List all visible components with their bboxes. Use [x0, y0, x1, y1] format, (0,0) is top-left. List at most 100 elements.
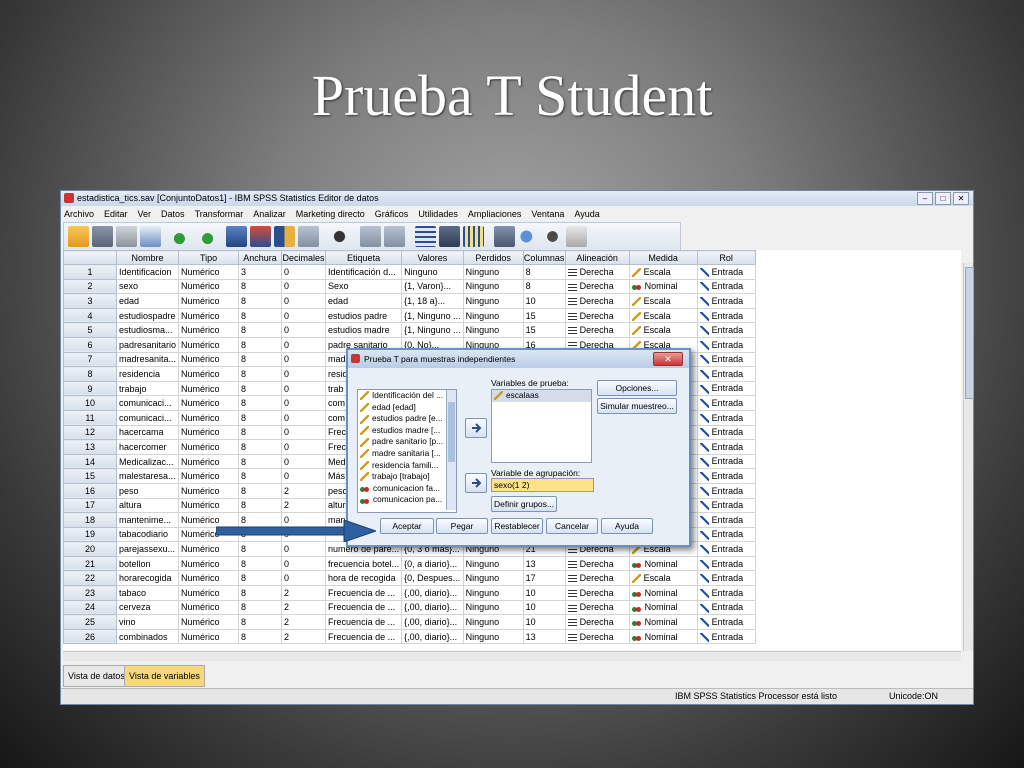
cell-decimales[interactable]: 2 — [281, 599, 327, 616]
row-number[interactable]: 23 — [63, 585, 117, 601]
cell-nombre[interactable]: residencia — [115, 366, 180, 382]
cell-anchura[interactable]: 8 — [238, 380, 283, 397]
cell-rol[interactable]: Entrada — [696, 264, 756, 280]
source-list-scrollbar[interactable] — [446, 390, 456, 510]
cell-nombre[interactable]: edad — [115, 293, 180, 309]
cell-nombre[interactable]: hacercomer — [115, 439, 180, 455]
cell-valores[interactable]: {,00, diario}... — [401, 628, 464, 645]
cell-nombre[interactable]: cerveza — [115, 599, 180, 616]
cell-tipo[interactable]: Numérico — [178, 293, 240, 309]
cell-columnas[interactable]: 15 — [522, 307, 566, 324]
cell-nombre[interactable]: mantenime... — [115, 512, 180, 528]
cell-tipo[interactable]: Numérico — [178, 395, 240, 411]
cell-anchura[interactable]: 8 — [238, 336, 283, 353]
cell-rol[interactable]: Entrada — [696, 336, 756, 353]
cell-anchura[interactable]: 8 — [238, 628, 283, 645]
cell-decimales[interactable]: 2 — [281, 585, 327, 601]
goto-variable-icon[interactable] — [250, 226, 271, 247]
menu-item[interactable]: Transformar — [192, 207, 251, 221]
cell-decimales[interactable]: 0 — [281, 293, 327, 309]
cell-etiqueta[interactable]: Sexo — [325, 278, 403, 295]
cell-rol[interactable]: Entrada — [696, 512, 756, 528]
row-number[interactable]: 25 — [63, 614, 117, 630]
cell-nombre[interactable]: estudiospadre — [115, 307, 180, 324]
cell-etiqueta[interactable]: Frecuencia de ... — [325, 599, 403, 616]
cell-anchura[interactable]: 8 — [238, 409, 283, 426]
cell-rol[interactable]: Entrada — [696, 599, 756, 616]
bootstrap-button[interactable]: Simular muestreo... — [597, 398, 677, 414]
horizontal-scrollbar[interactable] — [63, 651, 961, 661]
save-icon[interactable] — [92, 226, 113, 247]
row-number[interactable]: 9 — [63, 380, 117, 397]
goto-case-icon[interactable] — [226, 226, 247, 247]
cell-medida[interactable]: Nominal — [628, 555, 698, 572]
move-to-grouping-button[interactable] — [465, 473, 487, 493]
minimize-icon[interactable]: – — [917, 192, 933, 205]
column-header[interactable]: Tipo — [178, 250, 240, 265]
redo-icon[interactable] — [195, 226, 216, 247]
cell-medida[interactable]: Escala — [628, 322, 698, 338]
cell-perdidos[interactable]: Ninguno — [462, 614, 524, 630]
cell-decimales[interactable]: 0 — [281, 395, 327, 411]
cell-valores[interactable]: {0, a diario}... — [401, 555, 464, 572]
cell-nombre[interactable]: Identificacion — [115, 264, 180, 280]
split-file-icon[interactable] — [298, 226, 319, 247]
cell-etiqueta[interactable]: frecuencia botel... — [325, 555, 403, 572]
cell-nombre[interactable]: malestaresa... — [115, 468, 180, 484]
dialog-close-icon[interactable]: ✕ — [653, 352, 683, 366]
cell-etiqueta[interactable]: Frecuencia de ... — [325, 585, 403, 601]
cell-tipo[interactable]: Numérico — [178, 614, 240, 630]
cell-tipo[interactable]: Numérico — [178, 322, 240, 338]
close-icon[interactable]: ✕ — [953, 192, 969, 205]
cell-decimales[interactable]: 0 — [281, 264, 327, 280]
cell-columnas[interactable]: 8 — [522, 264, 566, 280]
cell-decimales[interactable]: 0 — [281, 366, 327, 382]
menu-item[interactable]: Editar — [101, 207, 135, 221]
cell-perdidos[interactable]: Ninguno — [462, 293, 524, 309]
cell-nombre[interactable]: comunicaci... — [115, 395, 180, 411]
split-file-table-icon[interactable] — [415, 226, 436, 247]
cell-tipo[interactable]: Numérico — [178, 599, 240, 616]
row-number[interactable]: 21 — [63, 555, 117, 572]
cell-rol[interactable]: Entrada — [696, 468, 756, 484]
source-variable-item[interactable]: trabajo [trabajo] — [358, 471, 456, 483]
cell-tipo[interactable]: Numérico — [178, 497, 240, 514]
tab-data-view[interactable]: Vista de datos — [63, 665, 130, 687]
menu-item[interactable]: Ventana — [528, 207, 571, 221]
source-variable-item[interactable]: estudios madre [... — [358, 425, 456, 437]
cell-tipo[interactable]: Numérico — [178, 351, 240, 368]
cell-rol[interactable]: Entrada — [696, 585, 756, 601]
source-variable-item[interactable]: padre sanitario [p... — [358, 436, 456, 448]
cell-anchura[interactable]: 8 — [238, 307, 283, 324]
cell-columnas[interactable]: 13 — [522, 555, 566, 572]
cell-rol[interactable]: Entrada — [696, 614, 756, 630]
open-folder-icon[interactable] — [68, 226, 89, 247]
column-header[interactable]: Rol — [696, 250, 756, 265]
cell-medida[interactable]: Nominal — [628, 628, 698, 645]
value-labels-icon[interactable] — [494, 226, 515, 247]
cell-tipo[interactable]: Numérico — [178, 336, 240, 353]
cell-nombre[interactable]: horarecogida — [115, 570, 180, 587]
cancel-button[interactable]: Cancelar — [546, 518, 598, 534]
cell-valores[interactable]: {0, Despues... — [401, 570, 464, 587]
cell-rol[interactable]: Entrada — [696, 497, 756, 514]
grouping-variable-field[interactable]: sexo(1 2) — [491, 478, 594, 492]
cell-decimales[interactable]: 0 — [281, 278, 327, 295]
cell-rol[interactable]: Entrada — [696, 526, 756, 543]
cell-nombre[interactable]: comunicaci... — [115, 409, 180, 426]
cell-decimales[interactable]: 0 — [281, 322, 327, 338]
cell-nombre[interactable]: estudiosma... — [115, 322, 180, 338]
row-number[interactable]: 24 — [63, 599, 117, 616]
weight-cases-icon[interactable] — [439, 226, 460, 247]
cell-perdidos[interactable]: Ninguno — [462, 264, 524, 280]
cell-nombre[interactable]: botellon — [115, 555, 180, 572]
cell-rol[interactable]: Entrada — [696, 351, 756, 368]
cell-anchura[interactable]: 8 — [238, 585, 283, 601]
cell-tipo[interactable]: Numérico — [178, 453, 240, 470]
row-number[interactable]: 1 — [63, 264, 117, 280]
row-number[interactable]: 11 — [63, 409, 117, 426]
scroll-thumb[interactable] — [965, 267, 974, 399]
cell-anchura[interactable]: 8 — [238, 541, 283, 557]
row-number[interactable]: 8 — [63, 366, 117, 382]
menu-item[interactable]: Ver — [135, 207, 159, 221]
